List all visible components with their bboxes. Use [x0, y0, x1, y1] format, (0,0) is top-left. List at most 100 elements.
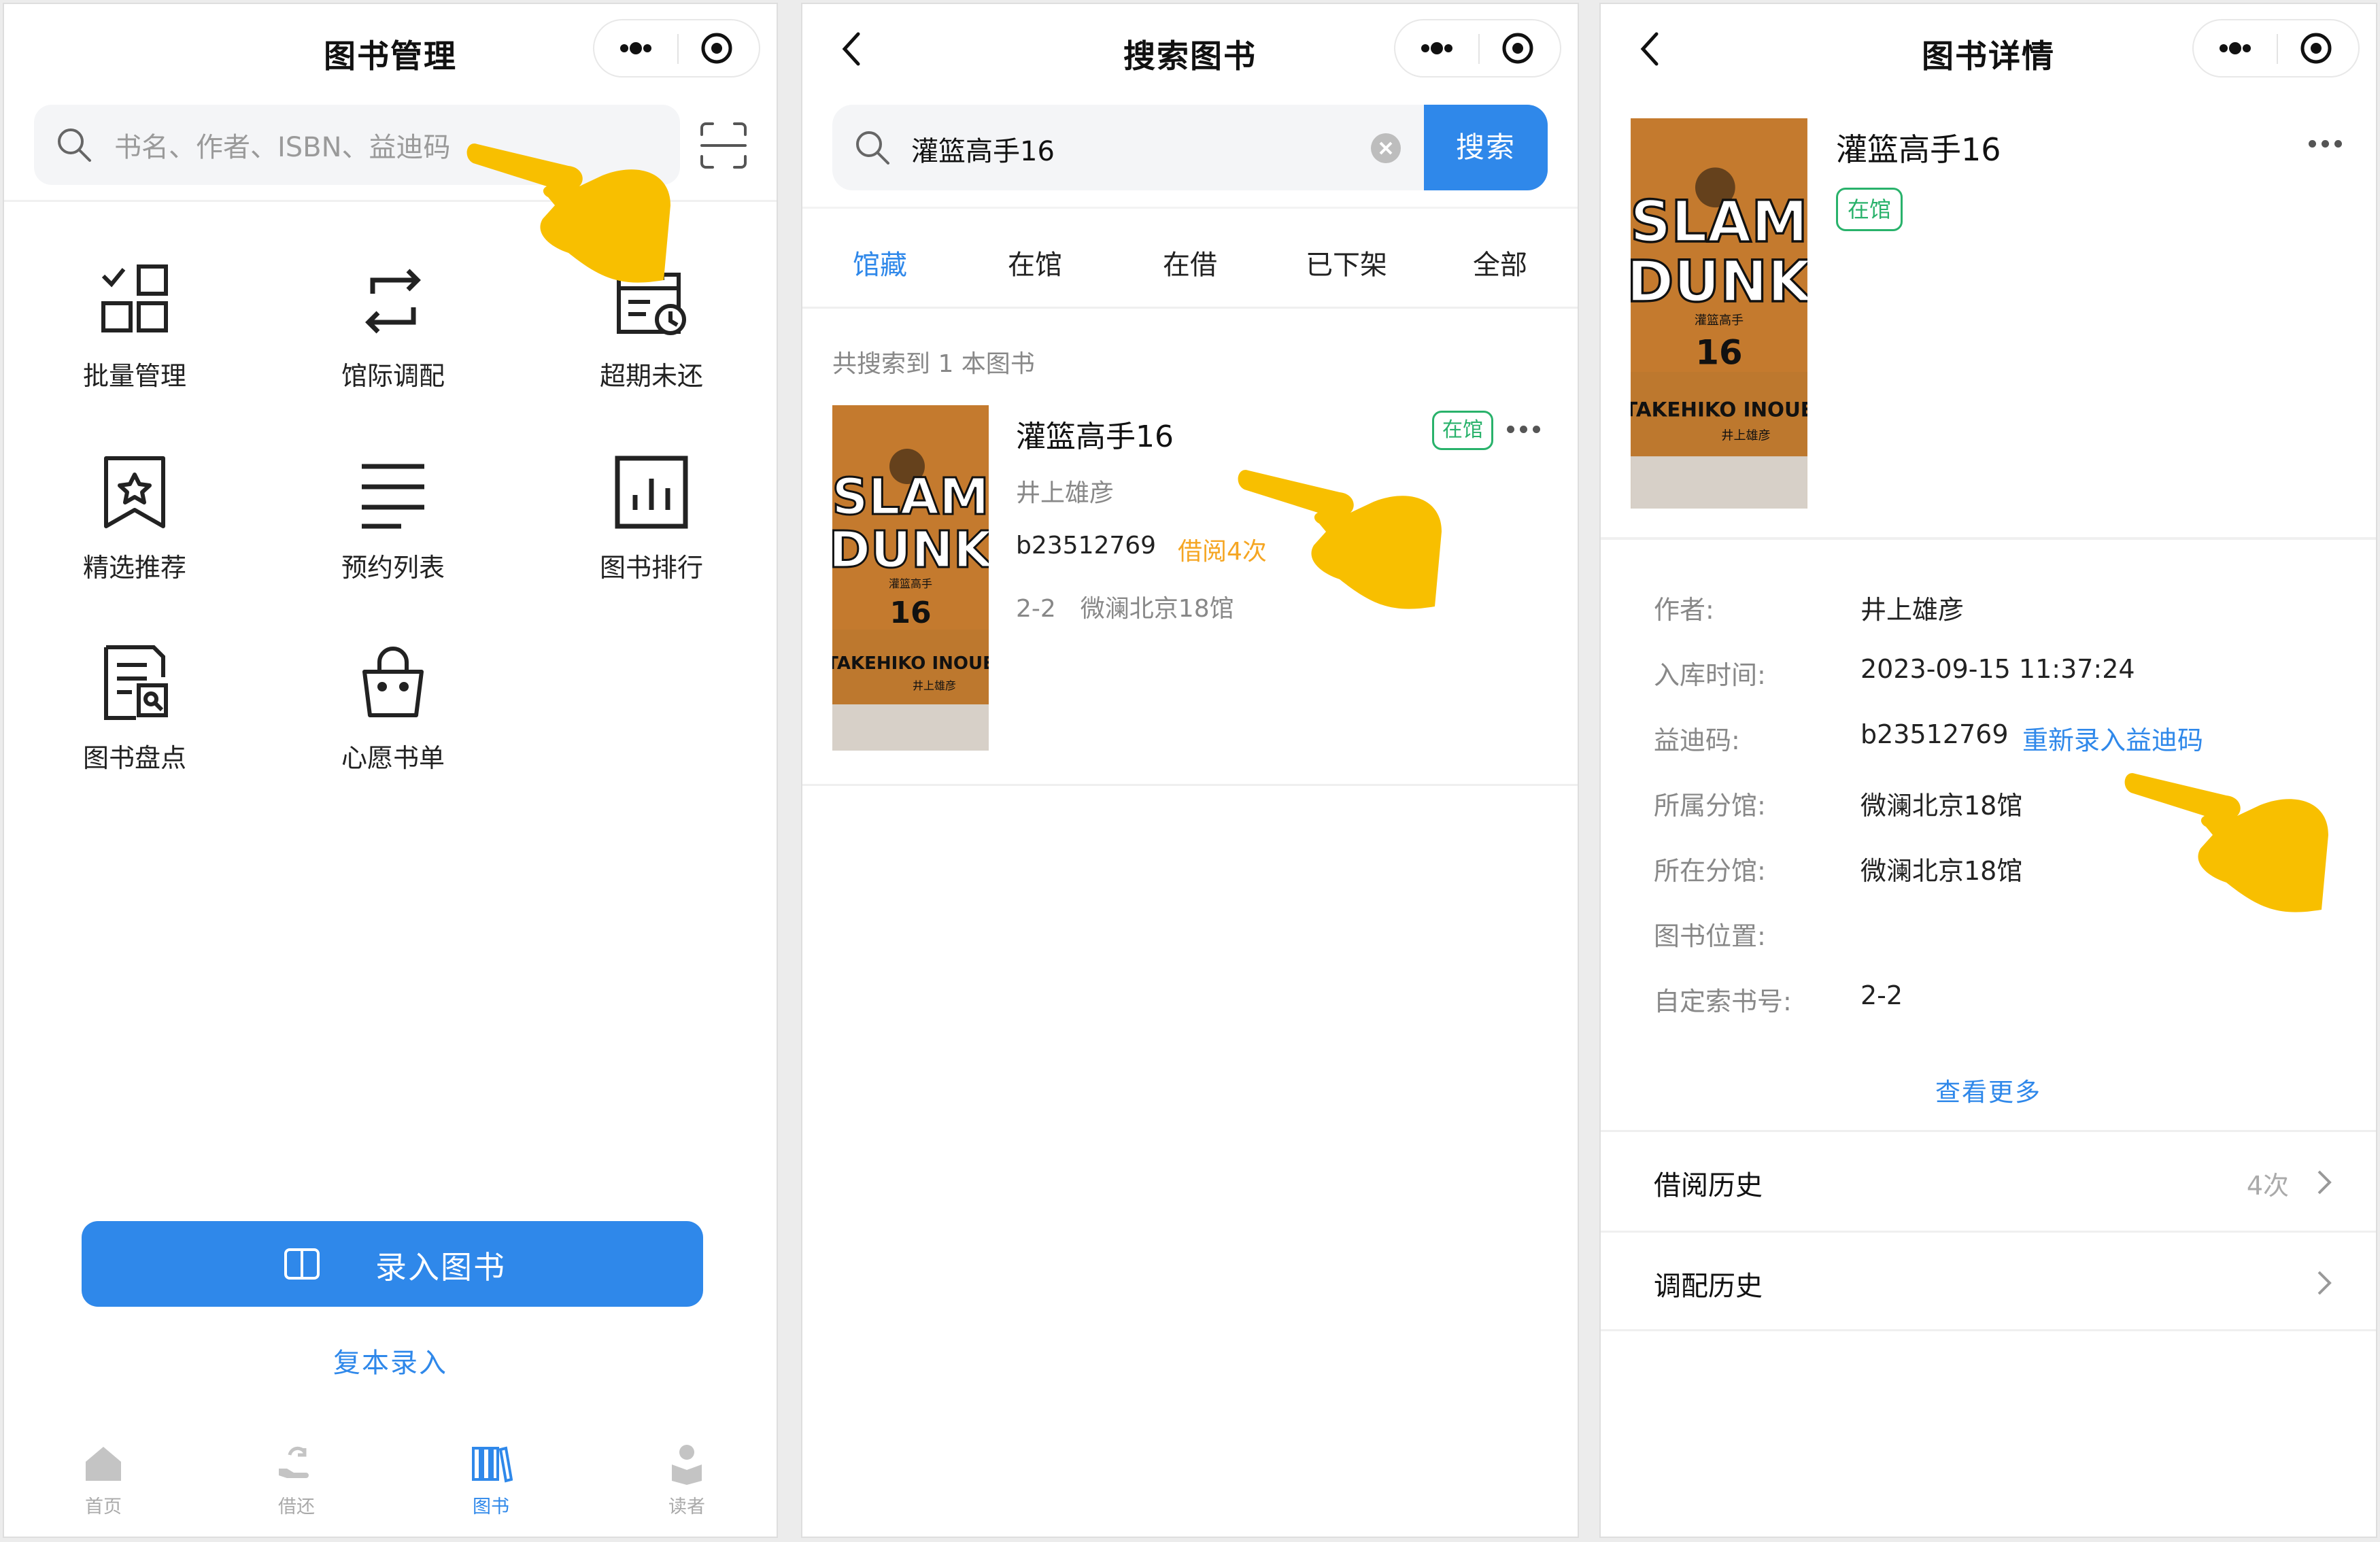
book-location: 2-2 微澜北京18馆 [1016, 595, 1234, 623]
cover-author-en: TAKEHIKO INOUE [832, 653, 989, 674]
search-placeholder: 书名、作者、ISBN、益迪码 [114, 132, 451, 163]
tab-books[interactable]: 图书 [443, 1441, 539, 1518]
info-value: 2023-09-15 11:37:24 [1860, 654, 2135, 684]
cover-author-cn: 井上雄彦 [913, 679, 956, 692]
grid-item-label: 预约列表 [341, 553, 445, 583]
info-value: 井上雄彦 [1860, 595, 1965, 625]
tab-borrow-return[interactable]: 借还 [249, 1441, 344, 1518]
cover-volume: 16 [889, 596, 931, 630]
grid-item-reservations[interactable]: 预约列表 [291, 434, 495, 583]
home-icon [86, 1447, 121, 1481]
search-input[interactable]: 灌篮高手16 搜索 [832, 105, 1548, 190]
mini-program-capsule [1394, 19, 1561, 78]
cover-author-cn: 井上雄彦 [1721, 428, 1770, 443]
reenter-code-link[interactable]: 重新录入益迪码 [2022, 719, 2203, 757]
info-value: 微澜北京18馆 [1860, 791, 2023, 821]
book-detail-screen: 图书详情 SLAM DUNK 灌篮高手 16 TAKEHIKO INOUE 井上… [1599, 3, 2377, 1538]
chevron-right-icon [2317, 1170, 2332, 1195]
cell-label: 借阅历史 [1654, 1170, 1763, 1201]
close-target-icon[interactable] [1478, 20, 1560, 76]
grid-item-label: 批量管理 [82, 361, 186, 391]
cover-volume: 16 [1695, 333, 1742, 373]
scan-icon[interactable] [699, 121, 748, 170]
info-key: 所属分馆: [1654, 791, 1766, 821]
info-key: 图书位置: [1654, 921, 1766, 951]
cover-title-line2: DUNK [1631, 248, 1807, 315]
book-cover-image: SLAM DUNK 灌篮高手 16 TAKEHIKO INOUE 井上雄彦 [1631, 118, 1807, 509]
borrow-history-cell[interactable]: 借阅历史 4次 [1601, 1130, 2376, 1231]
status-tabs: 馆藏 在馆 在借 已下架 全部 [802, 207, 1578, 309]
batch-manage-icon [94, 260, 175, 341]
grid-item-label: 心愿书单 [341, 743, 445, 773]
info-value: 2-2 [1860, 980, 1903, 1010]
tab-label: 首页 [85, 1496, 122, 1518]
info-row-stock-time: 入库时间: 2023-09-15 11:37:24 [1601, 654, 2376, 695]
cover-title-line2: DUNK [832, 521, 989, 579]
books-icon [472, 1446, 513, 1483]
bar-chart-icon [611, 451, 692, 533]
grid-item-label: 图书盘点 [82, 743, 186, 773]
tab-all[interactable]: 全部 [1473, 243, 1527, 282]
star-bookmark-icon [94, 451, 175, 533]
grid-item-transfer[interactable]: 馆际调配 [291, 242, 495, 392]
record-book-button[interactable]: 录入图书 [82, 1221, 703, 1307]
record-book-label: 录入图书 [375, 1249, 506, 1286]
info-key: 入库时间: [1654, 660, 1766, 690]
inventory-doc-icon [94, 642, 175, 723]
info-key: 自定索书号: [1654, 987, 1792, 1016]
section-divider [1601, 537, 2376, 540]
grid-item-label: 图书排行 [599, 553, 703, 583]
grid-item-inventory[interactable]: 图书盘点 [33, 624, 237, 774]
grid-item-label: 精选推荐 [82, 553, 186, 583]
chevron-right-icon [2317, 1271, 2332, 1295]
see-more-link[interactable]: 查看更多 [1601, 1072, 2376, 1108]
pointing-hand-icon [2124, 773, 2328, 912]
book-code: b23512769 [1016, 532, 1157, 560]
more-dots-icon[interactable] [594, 20, 677, 76]
transfer-history-cell[interactable]: 调配历史 [1601, 1231, 2376, 1331]
tab-removed[interactable]: 已下架 [1306, 243, 1387, 282]
clear-input-icon[interactable] [1370, 132, 1402, 165]
book-result-card[interactable]: SLAM DUNK 灌篮高手 16 TAKEHIKO INOUE 井上雄彦 灌篮… [802, 405, 1578, 786]
search-button[interactable]: 搜索 [1424, 105, 1548, 190]
close-target-icon[interactable] [2277, 20, 2358, 76]
borrow-history-count: 4次 [2246, 1171, 2289, 1201]
grid-item-wishlist[interactable]: 心愿书单 [291, 624, 495, 774]
close-target-icon[interactable] [677, 20, 759, 76]
shopping-bag-icon [352, 642, 434, 723]
cover-title-line1: SLAM [832, 468, 989, 526]
list-lines-icon [352, 451, 434, 533]
book-management-screen: 图书管理 书名、作者、ISBN、益迪码 批量管理 馆际调配 超期未还 精选推荐 … [3, 3, 778, 1538]
tab-borrowed[interactable]: 在借 [1163, 243, 1217, 282]
tab-in-library[interactable]: 在馆 [1008, 243, 1062, 282]
open-book-icon [283, 1246, 321, 1282]
tab-home[interactable]: 首页 [56, 1441, 151, 1518]
info-row-author: 作者: 井上雄彦 [1601, 589, 2376, 630]
book-title: 灌篮高手16 [1016, 419, 1174, 454]
book-cover-image: SLAM DUNK 灌篮高手 16 TAKEHIKO INOUE 井上雄彦 [832, 405, 989, 751]
search-value: 灌篮高手16 [911, 136, 1055, 167]
cover-small-title: 灌篮高手 [1695, 313, 1744, 328]
grid-item-label: 超期未还 [599, 361, 703, 391]
cover-small-title: 灌篮高手 [889, 577, 932, 590]
tab-collection[interactable]: 馆藏 [853, 243, 907, 282]
cell-label: 调配历史 [1654, 1271, 1763, 1302]
more-dots-icon[interactable] [2194, 20, 2277, 76]
copy-record-link[interactable]: 复本录入 [4, 1341, 777, 1380]
reader-icon [672, 1445, 702, 1485]
book-title: 灌篮高手16 [1836, 131, 2001, 168]
tab-readers[interactable]: 读者 [639, 1441, 734, 1518]
cover-title-line1: SLAM [1631, 188, 1807, 255]
grid-item-ranking[interactable]: 图书排行 [549, 434, 753, 583]
grid-item-batch-manage[interactable]: 批量管理 [33, 242, 237, 392]
more-options-icon[interactable] [1507, 423, 1546, 436]
search-icon [853, 128, 892, 167]
grid-item-label: 馆际调配 [341, 361, 445, 391]
status-badge: 在馆 [1836, 188, 1903, 231]
search-icon [54, 125, 94, 165]
more-options-icon[interactable] [2309, 137, 2347, 151]
pointing-hand-icon [466, 143, 670, 283]
grid-item-featured[interactable]: 精选推荐 [33, 434, 237, 583]
tab-label: 借还 [278, 1496, 315, 1518]
more-dots-icon[interactable] [1395, 20, 1478, 76]
